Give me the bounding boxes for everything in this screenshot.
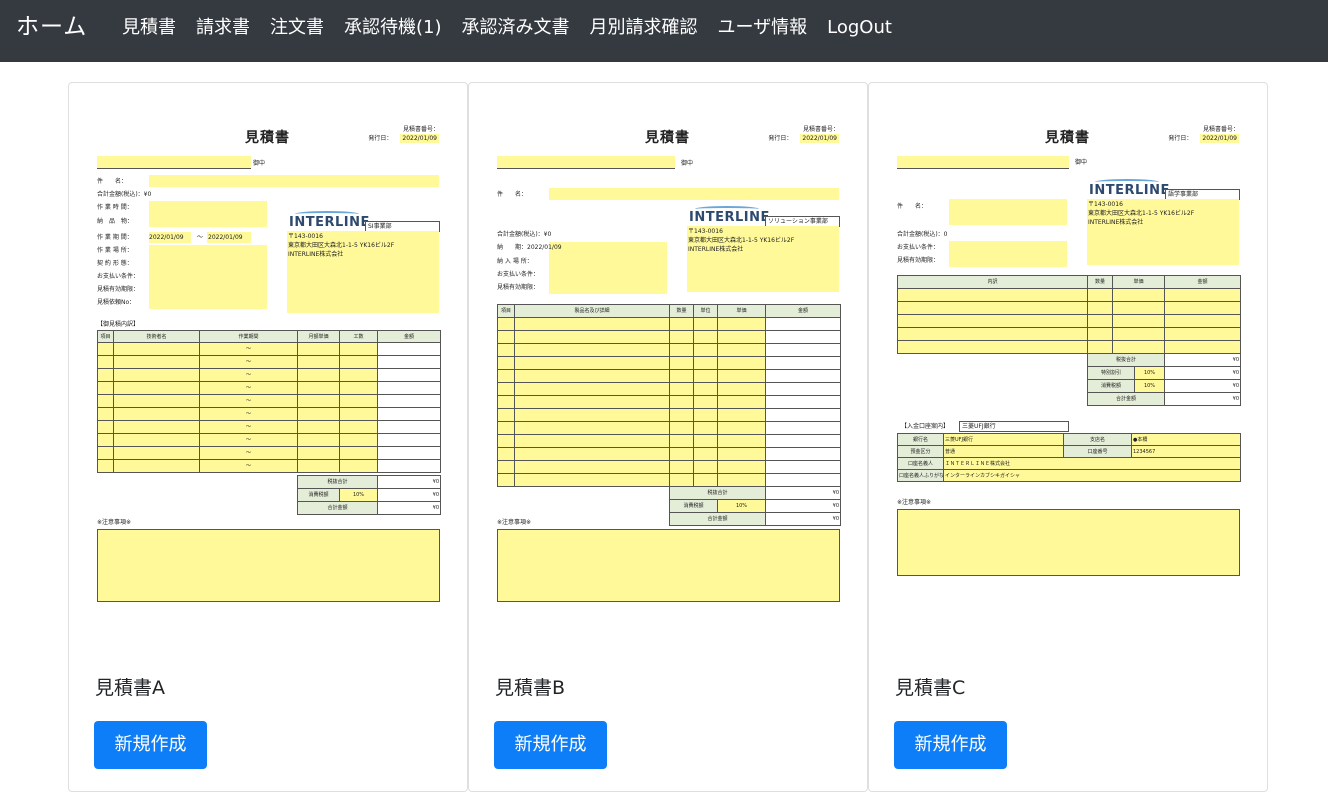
doc-heading: 見積書 <box>245 130 290 146</box>
field-subject: 件 名： <box>897 203 928 210</box>
company-name: INTERLINE株式会社 <box>687 245 744 254</box>
nav-approved-docs[interactable]: 承認済み文書 <box>452 16 580 40</box>
document-thumbnail-a[interactable]: 見積書 見積書番号： 発行日： 2022/01/09 御中 件 名： 合計金額(税… <box>97 121 442 611</box>
new-create-button-a[interactable]: 新規作成 <box>94 721 207 769</box>
company-address: 東京都大田区大森北1-1-5 YK16ビル2F <box>1087 209 1195 218</box>
top-navbar: ホーム 見積書 請求書 注文書 承認待機(1) 承認済み文書 月別請求確認 ユー… <box>0 0 1328 62</box>
estimate-summary-table: 税抜合計 ¥0 消費税額 10% ¥0 合計金額 ¥0 <box>668 486 842 526</box>
nav-invoice[interactable]: 請求書 <box>186 16 260 40</box>
document-thumbnail-b[interactable]: 見積書 見積書番号： 発行日： 2022/01/09 御中 件 名： 合計金額(税… <box>497 121 842 611</box>
period-start: 2022/01/09 <box>149 234 184 241</box>
notes-box <box>497 529 840 602</box>
bank-name-top: 三菱UFJ銀行 <box>959 421 1069 432</box>
field-total: 合計金額(税込)：¥0 <box>97 191 152 198</box>
notes-label: ※注意事項※ <box>497 519 532 526</box>
nav-logout[interactable]: LogOut <box>817 16 902 40</box>
doc-date-label: 発行日： <box>368 135 393 142</box>
estimate-summary-table: 税抜合計 ¥0 消費税額 10% ¥0 合計金額 ¥0 <box>296 475 442 515</box>
postal-code: 〒143-0016 <box>1087 200 1123 209</box>
template-card-c: 見積書 見積書番号： 発行日： 2022/01/09 御中 件 名： 合計金額(税… <box>868 82 1268 792</box>
doc-number-label: 見積書番号： <box>1202 126 1239 133</box>
card-title: 見積書B <box>495 677 566 699</box>
field-delivery: 納 期：2022/01/09 <box>497 244 562 251</box>
nav-monthly-billing[interactable]: 月別請求確認 <box>580 16 708 40</box>
company-name: INTERLINE株式会社 <box>287 250 344 259</box>
field-total: 合計金額(税込)：¥0 <box>497 231 552 238</box>
bank-heading: 【入金口座案内】 <box>901 423 950 430</box>
template-card-a: 見積書 見積書番号： 発行日： 2022/01/09 御中 件 名： 合計金額(税… <box>68 82 468 792</box>
field-validity: 見積有効期限： <box>97 286 140 293</box>
honorific: 御中 <box>681 160 694 167</box>
estimate-items-table: 項目 技術者名 作業期間 月額単価 工数 金額 〜 〜 〜 〜 〜 〜 〜 〜 〜 〜 <box>97 330 441 473</box>
template-card-b: 見積書 見積書番号： 発行日： 2022/01/09 御中 件 名： 合計金額(税… <box>468 82 868 792</box>
field-total: 合計金額(税込)：0 <box>897 231 948 238</box>
doc-heading: 見積書 <box>1045 130 1090 146</box>
field-payment: お支払い条件： <box>897 244 940 251</box>
field-subject: 件 名： <box>97 178 128 185</box>
new-create-button-c[interactable]: 新規作成 <box>894 721 1007 769</box>
company-name: INTERLINE株式会社 <box>1087 218 1144 227</box>
doc-meta: 見積書番号： 発行日： 2022/01/09 <box>368 125 439 143</box>
notes-box <box>97 529 440 602</box>
doc-date-label: 発行日： <box>768 135 793 142</box>
notes-box <box>897 509 1240 576</box>
estimate-summary-table: 税抜合計 ¥0 特別割引 10% ¥0 消費税額 10% ¥0 合計金額 ¥0 <box>1086 353 1242 406</box>
document-thumbnail-c[interactable]: 見積書 見積書番号： 発行日： 2022/01/09 御中 件 名： 合計金額(税… <box>897 121 1242 611</box>
nav-estimate[interactable]: 見積書 <box>112 16 186 40</box>
doc-meta: 見積書番号： 発行日： 2022/01/09 <box>1168 125 1239 143</box>
doc-date-label: 発行日： <box>1168 135 1193 142</box>
doc-meta: 見積書番号： 発行日： 2022/01/09 <box>768 125 839 143</box>
honorific: 御中 <box>253 160 266 167</box>
interline-logo: INTERLINE <box>689 210 770 225</box>
field-subject: 件 名： <box>497 191 528 198</box>
client-name-field <box>497 156 675 168</box>
field-period: 作 業 期 間： <box>97 234 133 241</box>
postal-code: 〒143-0016 <box>687 227 723 236</box>
company-address: 東京都大田区大森北1-1-5 YK16ビル2F <box>287 241 395 250</box>
field-payment: お支払い条件： <box>497 271 540 278</box>
estimate-items-table: 項目 製品名及び詳細 数量 単位 単価 金額 <box>497 304 841 487</box>
nav-user-info[interactable]: ユーザ情報 <box>708 16 818 40</box>
client-name-field <box>897 156 1069 168</box>
field-work-time: 作 業 時 間： <box>97 204 133 211</box>
bank-info-table: 銀行名 三菱UFJ銀行 支店名 ●本橋 預金区分 普通 口座番号 1234567 口座名義人… <box>897 433 1241 482</box>
doc-number-label: 見積書番号： <box>402 126 439 133</box>
card-title: 見積書C <box>895 677 966 699</box>
period-end: 2022/01/09 <box>208 234 243 241</box>
field-contract: 契 約 形 態： <box>97 260 133 267</box>
doc-date: 2022/01/09 <box>800 134 839 143</box>
client-name-field <box>97 156 251 168</box>
postal-code: 〒143-0016 <box>287 232 323 241</box>
field-payment: お支払い条件： <box>97 273 140 280</box>
card-title: 見積書A <box>95 677 165 699</box>
company-address: 東京都大田区大森北1-1-5 YK16ビル2F <box>687 236 795 245</box>
new-create-button-b[interactable]: 新規作成 <box>494 721 607 769</box>
interline-logo: INTERLINE <box>1089 183 1170 198</box>
field-request-no: 見積依頼No： <box>97 299 136 306</box>
notes-label: ※注意事項※ <box>897 499 932 506</box>
nav-order[interactable]: 注文書 <box>260 16 334 40</box>
section-heading: 【御見積内訳】 <box>97 321 140 328</box>
interline-logo: INTERLINE <box>289 215 370 230</box>
honorific: 御中 <box>1075 159 1088 166</box>
field-location: 納 入 場 所： <box>497 258 533 265</box>
period-separator: 〜 <box>197 234 204 241</box>
field-validity: 見積有効期限： <box>897 257 940 264</box>
field-location: 作 業 場 所： <box>97 247 133 254</box>
field-deliverable: 納 品 物： <box>97 218 134 225</box>
doc-date: 2022/01/09 <box>400 134 439 143</box>
doc-date: 2022/01/09 <box>1200 134 1239 143</box>
nav-links: 見積書 請求書 注文書 承認待機(1) 承認済み文書 月別請求確認 ユーザ情報 … <box>112 16 902 40</box>
doc-heading: 見積書 <box>645 130 690 146</box>
estimate-items-table: 内訳 数量 単価 金額 <box>897 275 1241 354</box>
nav-pending-approval[interactable]: 承認待機(1) <box>334 16 452 40</box>
field-validity: 見積有効期限： <box>497 284 540 291</box>
doc-number-label: 見積書番号： <box>802 126 839 133</box>
home-brand-link[interactable]: ホーム <box>16 12 87 42</box>
notes-label: ※注意事項※ <box>97 519 132 526</box>
